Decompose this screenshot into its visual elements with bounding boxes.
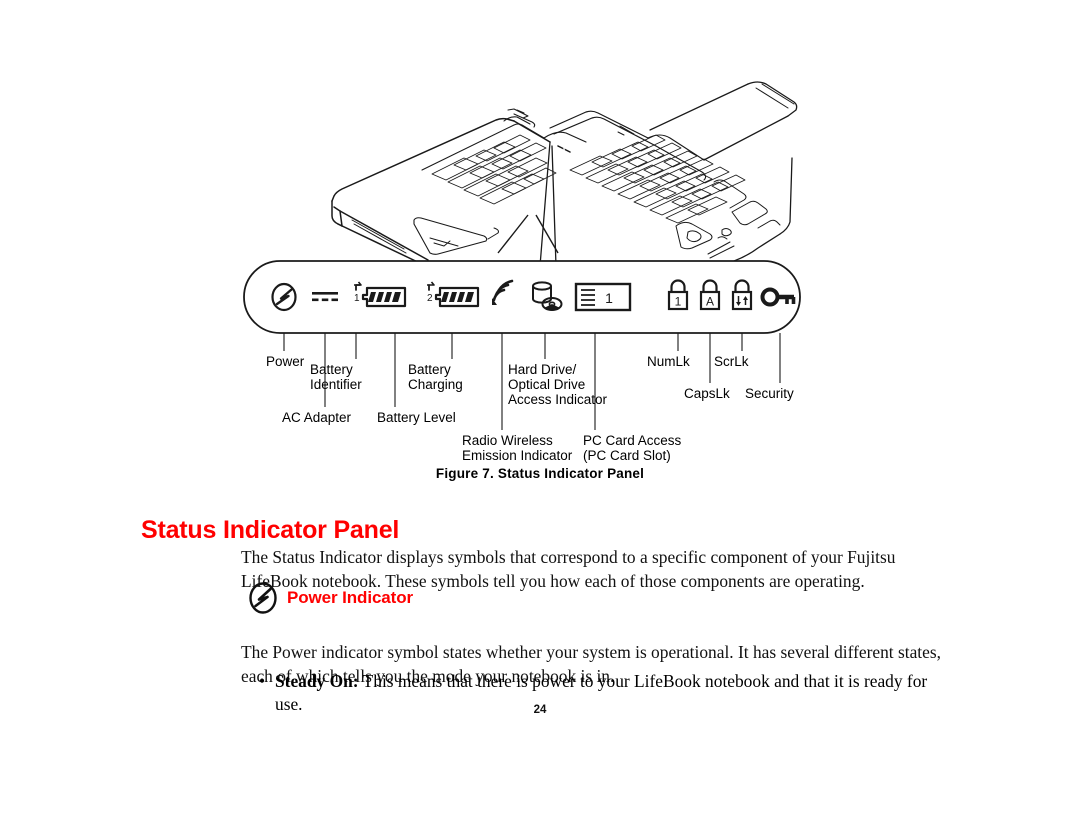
callout-label-battery-identifier: Battery <box>310 362 353 377</box>
callout-label-hard-drive: Hard Drive/ <box>508 362 577 377</box>
power-indicator-subheading: Power Indicator <box>248 578 413 618</box>
figure-caption: Figure 7. Status Indicator Panel <box>435 466 645 481</box>
svg-text:(PC Card Slot): (PC Card Slot) <box>583 448 671 463</box>
page-title: Status Indicator Panel <box>141 515 400 544</box>
svg-text:Optical Drive: Optical Drive <box>508 377 585 392</box>
svg-text:1: 1 <box>605 290 613 306</box>
svg-text:1: 1 <box>354 293 360 304</box>
list-item-term: Steady On: <box>275 671 359 691</box>
svg-text:Emission Indicator: Emission Indicator <box>462 448 573 463</box>
figure-7-graphic: 1 2 1 1 A Power Battery Identifier Batte… <box>0 81 1080 490</box>
page-number: 24 <box>533 704 547 716</box>
callout-label-security: Security <box>745 386 794 401</box>
panel-outline <box>243 260 801 334</box>
power-symbol-icon <box>248 581 278 615</box>
svg-text:A: A <box>706 295 714 309</box>
document-page: 1 2 1 1 A Power Battery Identifier Batte… <box>0 0 1080 834</box>
callout-label-pc-card: PC Card Access <box>583 433 682 448</box>
callout-label-power: Power <box>266 354 305 369</box>
callout-label-radio-wireless: Radio Wireless <box>462 433 553 448</box>
svg-text:Charging: Charging <box>408 377 463 392</box>
power-indicator-label: Power Indicator <box>287 588 414 607</box>
svg-text:Access Indicator: Access Indicator <box>508 392 608 407</box>
callout-label-battery-charging: Battery <box>408 362 451 377</box>
svg-text:1: 1 <box>675 295 682 309</box>
svg-text:2: 2 <box>427 293 433 304</box>
callout-label-numlk: NumLk <box>647 354 690 369</box>
status-indicator-panel-diagram: 1 2 1 1 A Power Battery Identifier Batte… <box>240 214 820 490</box>
callout-label-ac-adapter: AC Adapter <box>282 410 352 425</box>
callout-label-scrlk: ScrLk <box>714 354 749 369</box>
callout-label-capslk: CapsLk <box>684 386 730 401</box>
callout-label-battery-level: Battery Level <box>377 410 456 425</box>
svg-text:Identifier: Identifier <box>310 377 362 392</box>
